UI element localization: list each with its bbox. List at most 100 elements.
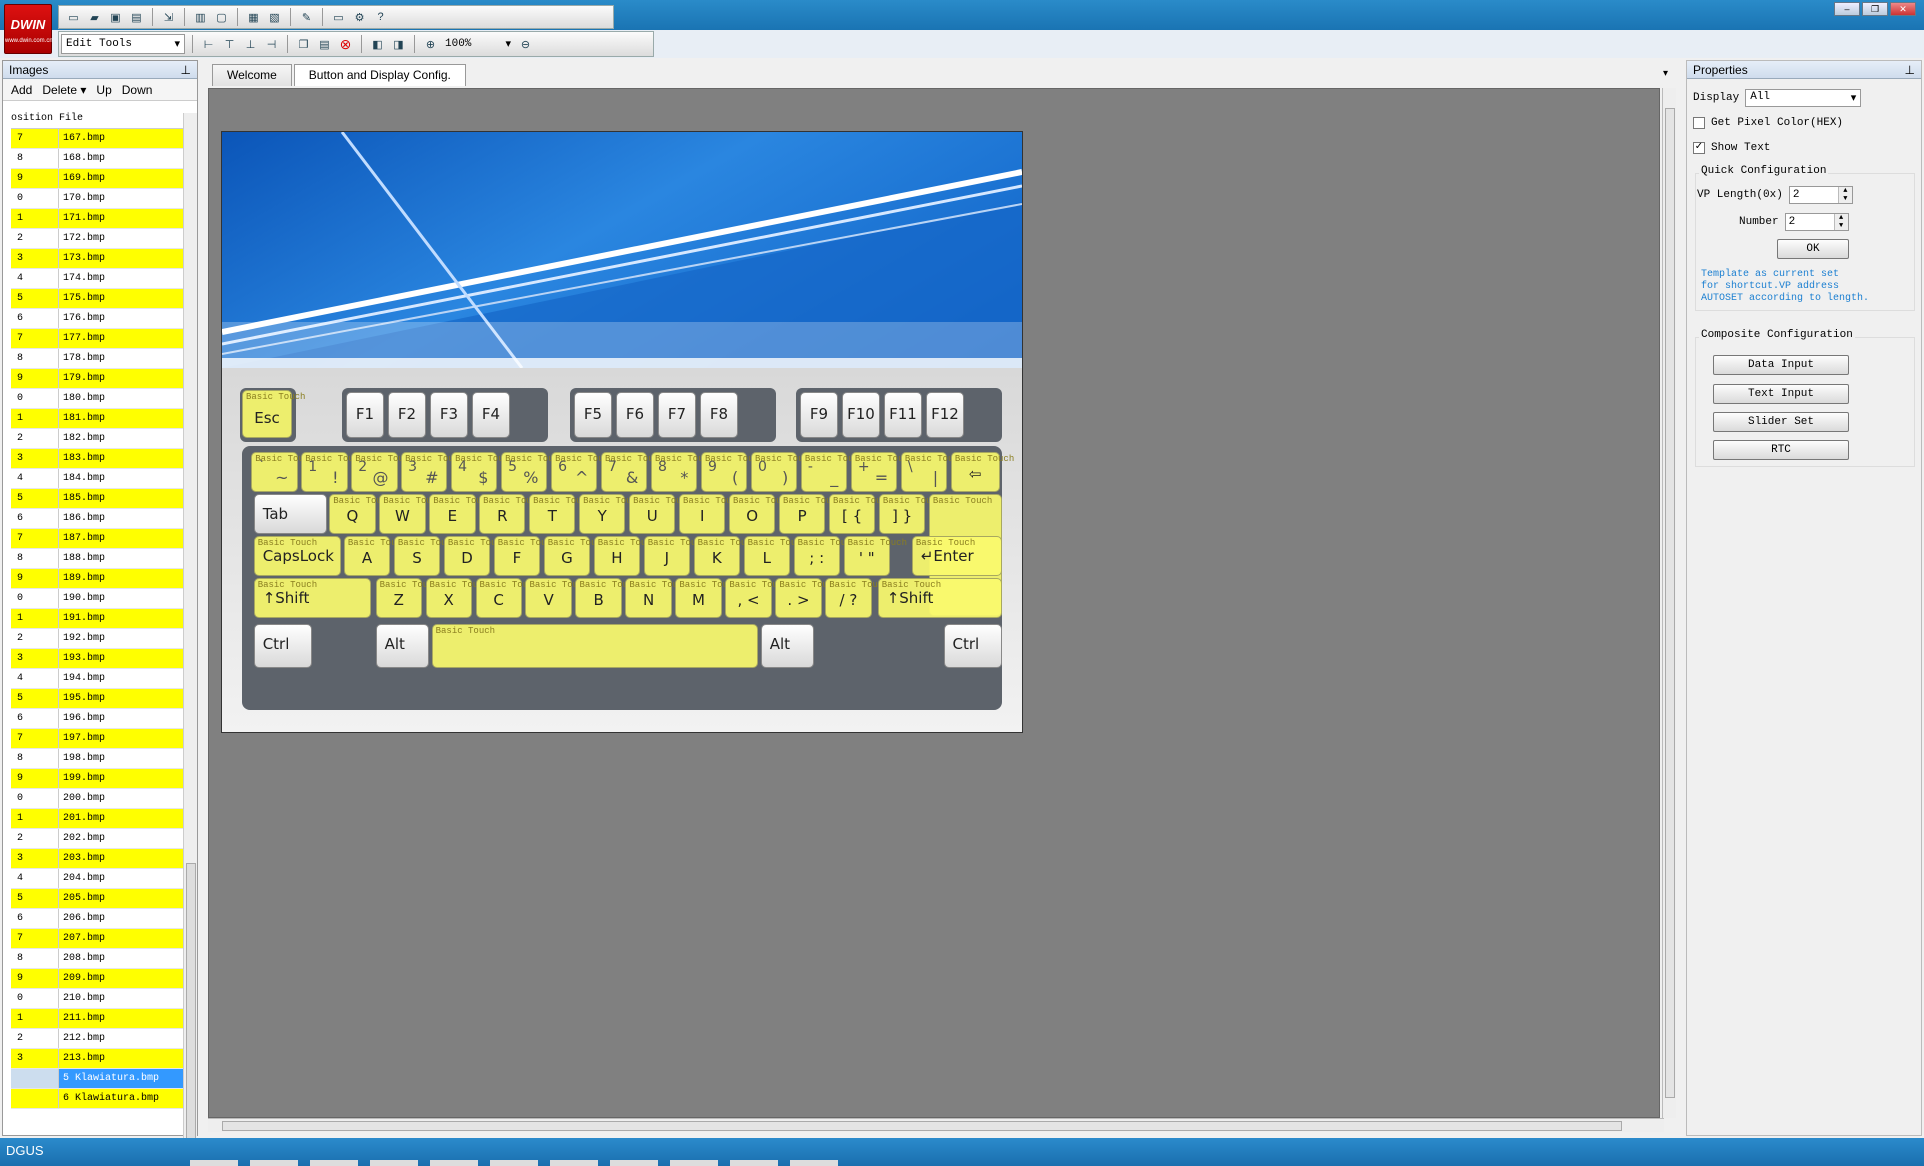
new-file-icon[interactable]: ▭ [65,9,82,26]
list-item[interactable]: 2 202.bmp [11,829,183,849]
key-number-row[interactable]: Basic Touch 8 * [651,452,714,492]
key-letter[interactable]: Basic Touch N [625,578,689,618]
key-f4[interactable]: F4 [472,392,510,438]
list-item[interactable]: 0 210.bmp [11,989,183,1009]
list-item[interactable]: 2 172.bmp [11,229,183,249]
list-item[interactable]: 8 198.bmp [11,749,183,769]
images-vertical-scrollbar[interactable] [183,113,197,1166]
list-item[interactable]: 7 187.bmp [11,529,183,549]
list-item[interactable]: 3 213.bmp [11,1049,183,1069]
canvas-horizontal-scrollbar[interactable] [208,1118,1664,1132]
align-bottom-icon[interactable]: ⊥ [242,36,259,53]
list-item[interactable]: 5 185.bmp [11,489,183,509]
list-item[interactable]: 2 212.bmp [11,1029,183,1049]
key-number-row[interactable]: Basic Touch 1! [301,452,365,492]
key-right-alt[interactable]: Alt [760,624,815,668]
key-number-row[interactable]: Basic Touch 7 & [601,452,664,492]
add-button[interactable]: Add [11,83,32,97]
monitor-icon[interactable]: ▭ [330,9,347,26]
list-item[interactable]: 5 195.bmp [11,689,183,709]
key-f11[interactable]: F11 [884,392,922,438]
minimize-button[interactable]: – [1834,2,1860,16]
list-item[interactable]: 9 189.bmp [11,569,183,589]
list-item[interactable]: 7 177.bmp [11,329,183,349]
key-number-row[interactable]: Basic Touch 6 ^ [551,452,614,492]
list-item[interactable]: 3 193.bmp [11,649,183,669]
taskbar-item[interactable] [370,1160,418,1166]
scrollbar-thumb[interactable] [222,1121,1622,1131]
key-letter[interactable]: Basic Touch V [525,578,589,618]
key-letter[interactable]: Basic Touch R [479,494,543,534]
key-letter[interactable]: Basic Touch. > [775,578,839,618]
list-item[interactable]: 1 201.bmp [11,809,183,829]
save-icon[interactable]: ▣ [107,9,124,26]
key-letter[interactable]: Basic Touch C [475,578,539,618]
zoom-in-icon[interactable]: ⊕ [422,36,439,53]
key-letter[interactable]: Basic Touch B [575,578,639,618]
frame-icon[interactable]: ▢ [213,9,230,26]
key-letter[interactable]: Basic Touch J [643,536,707,576]
zoom-dropdown[interactable]: 100% ▾ [443,34,513,54]
text-input-button[interactable]: Text Input [1713,384,1849,404]
key-f9[interactable]: F9 [800,392,838,438]
copy-icon[interactable]: ❐ [295,36,312,53]
list-item[interactable]: 5 Klawiatura.bmp [11,1069,183,1089]
key-letter[interactable]: Basic Touch Z [375,578,439,618]
key-number-row[interactable]: Basic Touch \ | [900,452,964,492]
list-item[interactable]: 9 179.bmp [11,369,183,389]
save-all-icon[interactable]: ▤ [128,9,145,26]
pin-icon[interactable]: ⊥ [181,63,191,77]
key-right-shift[interactable]: Basic Touch ↑Shift [877,578,1002,618]
edit-tools-dropdown[interactable]: Edit Tools ▾ [61,34,185,54]
display-select[interactable]: All ▾ [1745,89,1862,107]
spinner-arrows-icon[interactable]: ▲ ▼ [1837,187,1852,203]
taskbar-item[interactable] [310,1160,358,1166]
list-item[interactable]: 2 192.bmp [11,629,183,649]
key-f2[interactable]: F2 [388,392,426,438]
list-item[interactable]: 9 199.bmp [11,769,183,789]
list-item[interactable]: 3 173.bmp [11,249,183,269]
key-letter[interactable]: Basic Touch L [743,536,807,576]
key-letter[interactable]: Basic Touch M [675,578,739,618]
taskbar-item[interactable] [430,1160,478,1166]
keyboard-screen-image[interactable]: Basic Touch Esc F1 F2 F3 F4 F5 F6 F7 F8 F9 F10 F11… [221,131,1023,733]
design-canvas[interactable]: Basic Touch Esc F1 F2 F3 F4 F5 F6 F7 F8 F9 F10 F11… [208,88,1660,1118]
taskbar-item[interactable] [190,1160,238,1166]
list-item[interactable]: 1 181.bmp [11,409,183,429]
key-f5[interactable]: F5 [574,392,612,438]
taskbar-item[interactable] [250,1160,298,1166]
align-top-icon[interactable]: ⊤ [221,36,238,53]
key-letter[interactable]: Basic Touch P [778,494,842,534]
restore-button[interactable]: ❐ [1862,2,1888,16]
key-letter[interactable]: Basic Touch Q [329,494,393,534]
list-item[interactable]: 6 Klawiatura.bmp [11,1089,183,1109]
list-item[interactable]: 7 197.bmp [11,729,183,749]
list-item[interactable]: 6 186.bmp [11,509,183,529]
list-item[interactable]: 8 208.bmp [11,949,183,969]
taskbar-item[interactable] [610,1160,658,1166]
list-item[interactable]: 7 207.bmp [11,929,183,949]
key-enter-label[interactable]: Basic Touch ↵Enter [911,536,1002,576]
vp-length-input[interactable]: 2 ▲ ▼ [1788,186,1853,204]
key-letter[interactable]: Basic Touch Y [579,494,643,534]
key-left-shift[interactable]: Basic Touch ↑Shift [253,578,371,618]
key-letter[interactable]: Basic Touch F [493,536,557,576]
key-letter[interactable]: Basic Touch A [343,536,407,576]
list-item[interactable]: 4 194.bmp [11,669,183,689]
taskbar-item[interactable] [490,1160,538,1166]
key-number-row[interactable]: Basic Touch 0) [750,452,814,492]
key-esc[interactable]: Basic Touch Esc [242,390,305,438]
send-back-icon[interactable]: ◨ [390,36,407,53]
key-letter[interactable]: Basic Touch ' " [843,536,907,576]
list-item[interactable]: 9 209.bmp [11,969,183,989]
key-letter[interactable]: Basic Touch K [693,536,757,576]
list-item[interactable]: 6 176.bmp [11,309,183,329]
note-icon[interactable]: ▧ [266,9,283,26]
key-letter[interactable]: Basic Touch W [379,494,443,534]
column-file[interactable]: File [59,113,83,128]
list-item[interactable]: 5 175.bmp [11,289,183,309]
up-button[interactable]: Up [96,83,111,97]
key-number-row[interactable]: Basic Touch ` ~ [251,452,315,492]
ok-button[interactable]: OK [1777,239,1849,259]
list-item[interactable]: 6 206.bmp [11,909,183,929]
